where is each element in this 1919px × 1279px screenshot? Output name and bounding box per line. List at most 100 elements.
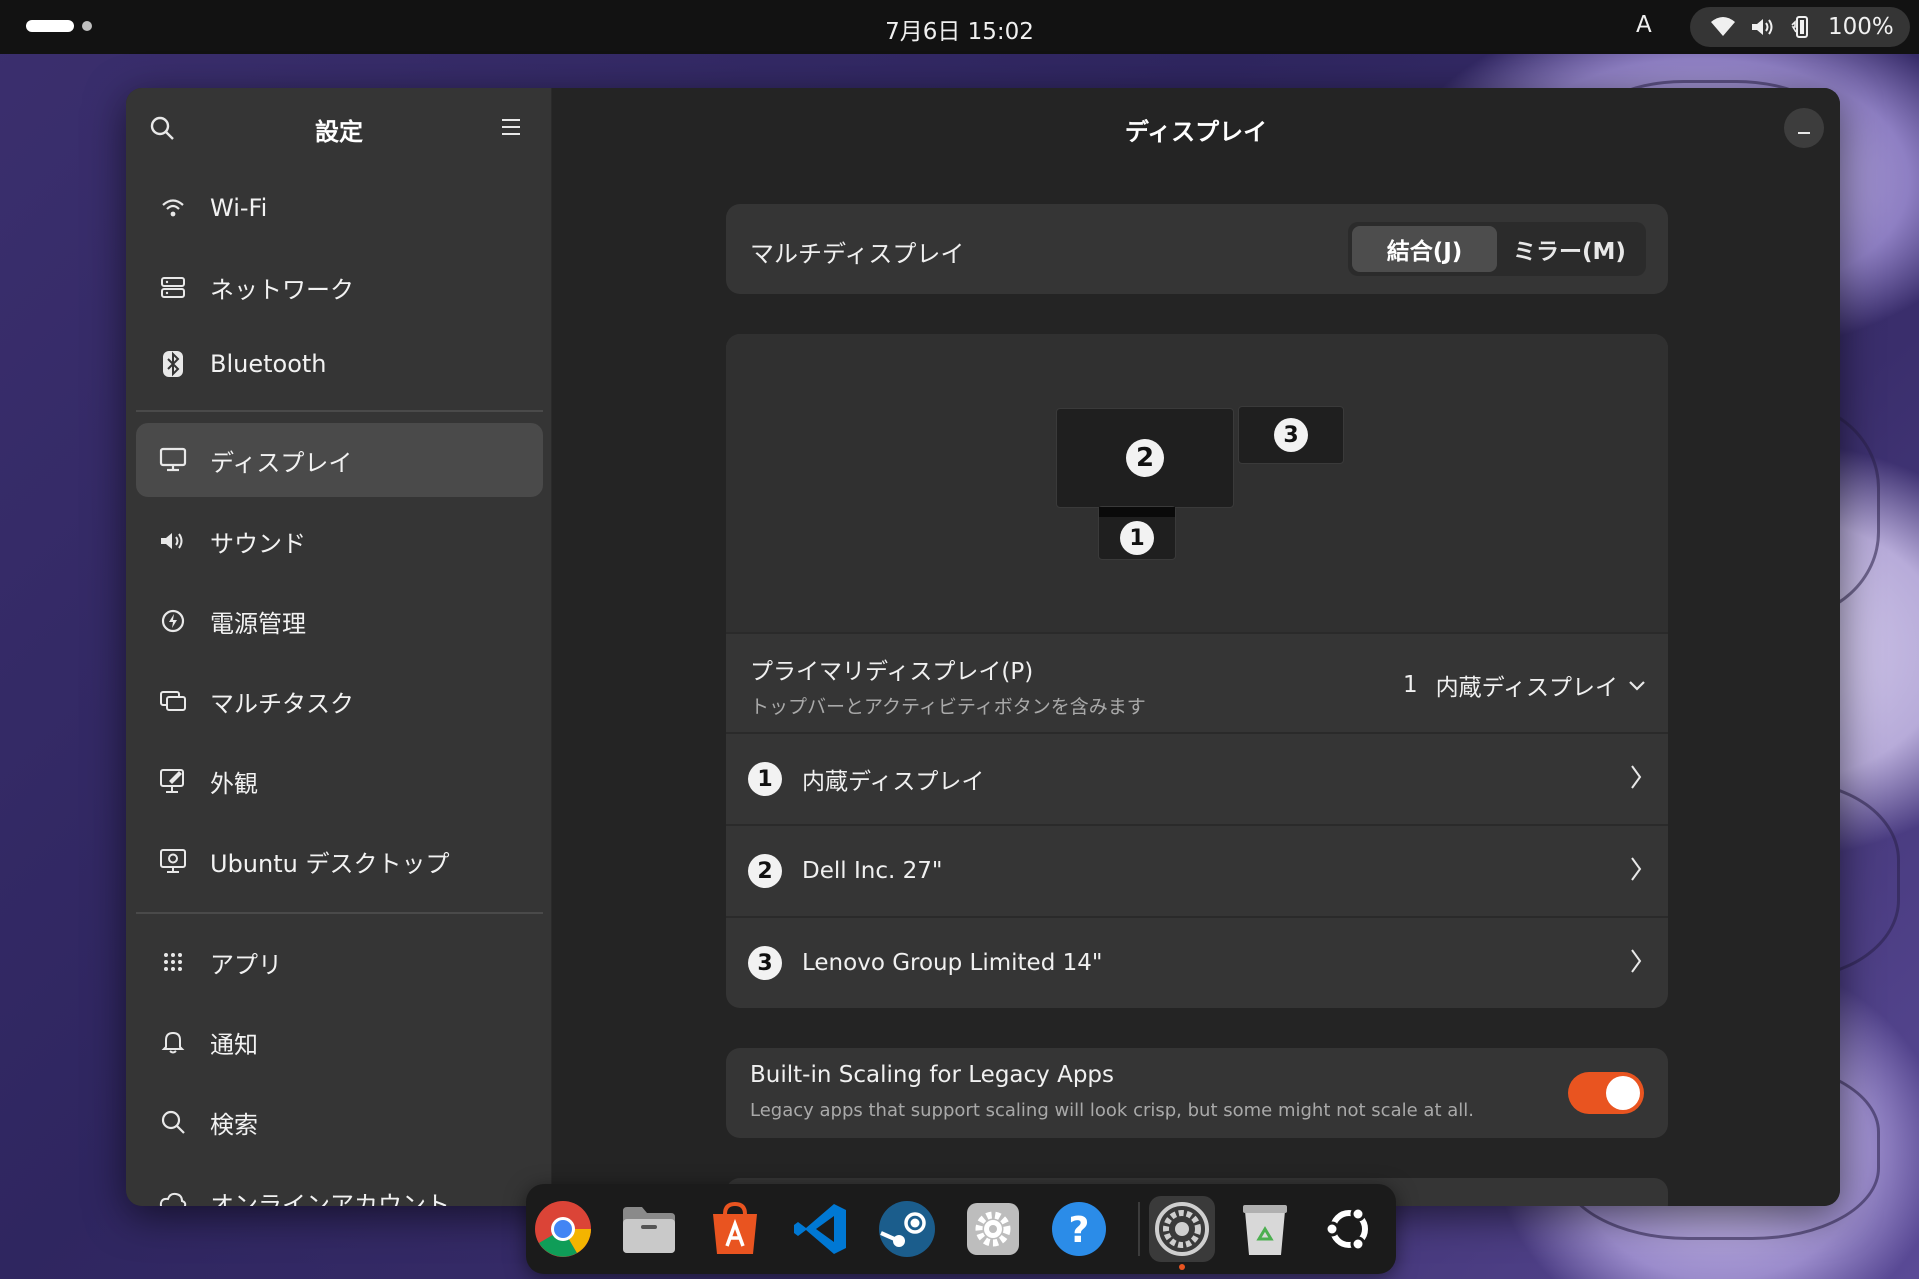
display-arrangement-card: 2 3 1 プライマリディスプレイ(P) トップバーとアクティビティボタンを含み…: [726, 334, 1668, 1008]
top-bar: 7月6日 15:02 A 100%: [0, 0, 1919, 54]
chevron-right-icon: [1630, 856, 1642, 886]
system-status-menu[interactable]: 100%: [1690, 7, 1910, 47]
page-title: ディスプレイ: [1124, 118, 1268, 146]
display-name: 内蔵ディスプレイ: [802, 769, 985, 795]
primary-display-row[interactable]: プライマリディスプレイ(P) トップバーとアクティビティボタンを含みます 1 内…: [726, 634, 1668, 732]
minimize-button[interactable]: [1784, 108, 1824, 148]
sidebar-item-ubuntu-desktop[interactable]: Ubuntu デスクトップ: [136, 824, 543, 898]
sidebar-item-appearance[interactable]: 外観: [136, 744, 543, 818]
power-icon: [158, 606, 188, 636]
battery-percentage: 100%: [1828, 14, 1894, 40]
sidebar-item-power[interactable]: 電源管理: [136, 584, 543, 658]
dock-separator: [1138, 1202, 1140, 1256]
sidebar-item-label: Wi-Fi: [210, 194, 268, 222]
sidebar-item-multitasking[interactable]: マルチタスク: [136, 664, 543, 738]
primary-display-number: 1: [1402, 672, 1418, 698]
dock-app-trash[interactable]: [1232, 1196, 1298, 1262]
sidebar-item-label: 通知: [210, 1030, 258, 1059]
sidebar-item-label: サウンド: [210, 529, 306, 558]
sidebar-item-display[interactable]: ディスプレイ: [136, 423, 543, 497]
sidebar-item-sound[interactable]: サウンド: [136, 504, 543, 578]
display-number-badge: 3: [748, 946, 782, 980]
multi-display-card: マルチディスプレイ 結合(J) ミラー(M): [726, 204, 1668, 294]
chrome-icon: [535, 1201, 591, 1257]
sidebar-item-label: ディスプレイ: [210, 448, 353, 477]
display-row-2[interactable]: 2 Dell Inc. 27": [726, 826, 1668, 916]
search-icon: [158, 1107, 188, 1137]
sidebar-item-label: 電源管理: [210, 609, 306, 638]
wifi-icon: [1710, 16, 1736, 38]
dock-app-vscode[interactable]: [788, 1196, 854, 1262]
dock-app-ubuntu[interactable]: [1316, 1196, 1382, 1262]
sidebar-item-label: オンラインアカウント: [210, 1190, 450, 1207]
display-icon: [158, 445, 188, 475]
speaker-icon: [158, 526, 188, 556]
primary-display-value: 内蔵ディスプレイ: [1435, 675, 1618, 701]
dock-app-help[interactable]: ?: [1046, 1196, 1112, 1262]
monitor-number-badge: 1: [1120, 521, 1154, 555]
dock-app-steam[interactable]: [874, 1196, 940, 1262]
running-app-indicator: [1179, 1264, 1185, 1270]
multitask-icon: [158, 686, 188, 716]
system-settings-icon: [1155, 1202, 1209, 1256]
sidebar-title: 設定: [315, 118, 363, 146]
sidebar-item-label: 外観: [210, 769, 258, 798]
chevron-down-icon: [1628, 672, 1646, 698]
ubuntu-desktop-icon: [158, 846, 188, 876]
app-center-icon: [713, 1201, 757, 1254]
trash-icon: [1243, 1205, 1287, 1255]
sidebar-item-label: 検索: [210, 1110, 258, 1139]
sidebar-item-notifications[interactable]: 通知: [136, 1005, 543, 1079]
primary-display-dropdown[interactable]: 1 内蔵ディスプレイ: [1403, 668, 1646, 702]
sidebar-item-label: Ubuntu デスクトップ: [210, 849, 450, 878]
join-displays-button[interactable]: 結合(J): [1352, 226, 1497, 272]
dock: ?: [526, 1184, 1396, 1274]
bluetooth-icon: [158, 349, 188, 379]
apps-grid-icon: [158, 947, 188, 977]
steam-icon: [879, 1201, 935, 1257]
monitor-3[interactable]: 3: [1238, 406, 1344, 464]
monitor-1[interactable]: 1: [1098, 506, 1176, 560]
sidebar-item-network[interactable]: ネットワーク: [136, 250, 543, 324]
sidebar-item-label: ネットワーク: [210, 275, 354, 304]
hamburger-menu-icon[interactable]: [500, 116, 522, 138]
sidebar: 設定 Wi-Fi ネットワーク Bluetooth ディスプレイ サウンド 電源…: [126, 88, 552, 1206]
sidebar-item-apps[interactable]: アプリ: [136, 925, 543, 999]
monitor-2[interactable]: 2: [1056, 408, 1234, 508]
mirror-displays-button[interactable]: ミラー(M): [1497, 226, 1642, 272]
sidebar-item-search[interactable]: 検索: [136, 1085, 543, 1159]
sidebar-divider: [136, 410, 543, 412]
sidebar-header: 設定: [126, 88, 552, 160]
primary-top-bar-indicator: [1099, 507, 1175, 517]
sidebar-item-wifi[interactable]: Wi-Fi: [136, 171, 543, 245]
primary-display-label: プライマリディスプレイ(P): [750, 659, 1034, 685]
sidebar-item-label: アプリ: [210, 950, 282, 979]
dock-app-files[interactable]: [616, 1196, 682, 1262]
display-arrangement-canvas: 2 3 1: [726, 334, 1668, 632]
display-name: Lenovo Group Limited 14": [802, 950, 1103, 976]
dock-app-settings[interactable]: [960, 1196, 1026, 1262]
legacy-scaling-toggle[interactable]: [1568, 1072, 1644, 1114]
sidebar-item-label: Bluetooth: [210, 350, 327, 378]
dock-app-system-settings[interactable]: [1149, 1196, 1215, 1262]
display-row-3[interactable]: 3 Lenovo Group Limited 14": [726, 918, 1668, 1008]
legacy-scaling-card: Built-in Scaling for Legacy Apps Legacy …: [726, 1048, 1668, 1138]
dock-app-chrome[interactable]: [530, 1196, 596, 1262]
multi-display-label: マルチディスプレイ: [750, 240, 965, 268]
input-source-indicator[interactable]: A: [1636, 12, 1652, 38]
chevron-right-icon: [1630, 948, 1642, 978]
wifi-icon: [158, 193, 188, 223]
svg-text:?: ?: [1069, 1210, 1090, 1251]
display-row-1[interactable]: 1 内蔵ディスプレイ: [726, 734, 1668, 824]
sidebar-item-online-accounts[interactable]: オンラインアカウント: [136, 1165, 543, 1206]
main-panel: ディスプレイ マルチディスプレイ 結合(J) ミラー(M) 2 3 1 プライマ…: [552, 88, 1840, 1206]
clock[interactable]: 7月6日 15:02: [0, 12, 1919, 46]
dock-app-app-center[interactable]: [702, 1196, 768, 1262]
battery-icon: [1790, 15, 1814, 39]
bell-icon: [158, 1027, 188, 1057]
display-number-badge: 1: [748, 762, 782, 796]
settings-window: 設定 Wi-Fi ネットワーク Bluetooth ディスプレイ サウンド 電源…: [126, 88, 1840, 1206]
files-icon: [623, 1207, 675, 1253]
sidebar-item-bluetooth[interactable]: Bluetooth: [136, 327, 543, 401]
ubuntu-logo-icon: [1324, 1206, 1368, 1252]
